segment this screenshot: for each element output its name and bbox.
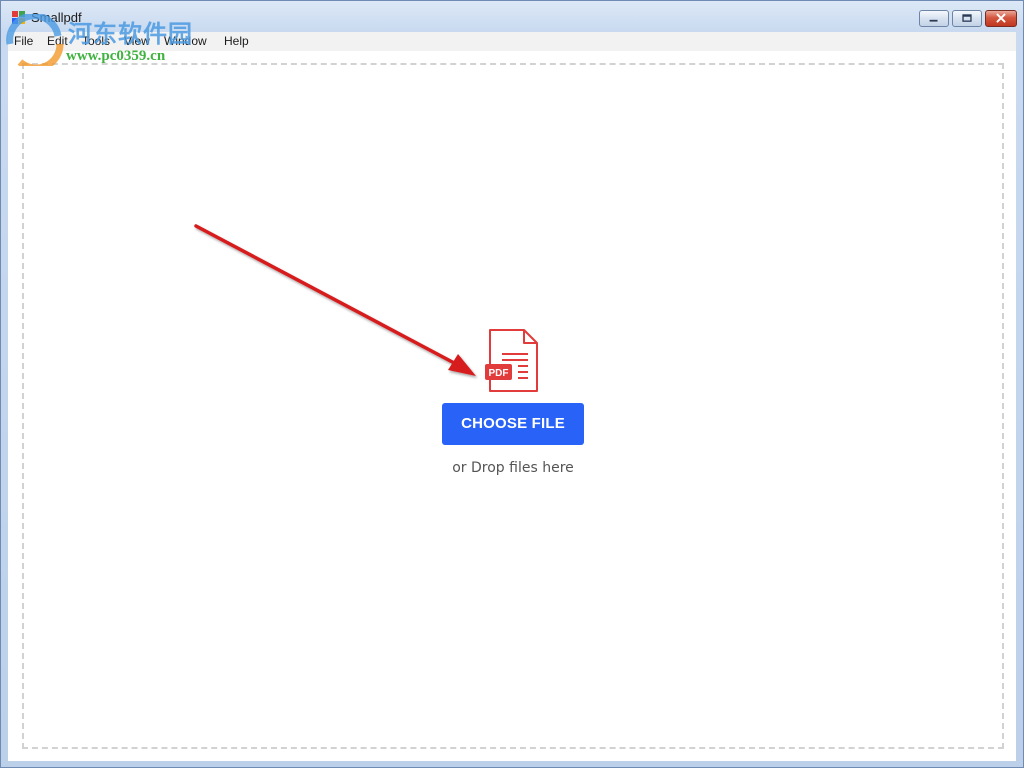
app-window: Smallpdf File Edit Tools View Window Hel… <box>0 0 1024 768</box>
menu-bar: File Edit Tools View Window Help <box>8 32 1016 51</box>
menu-file[interactable]: File <box>14 34 33 48</box>
choose-file-button[interactable]: CHOOSE FILE <box>442 403 584 445</box>
menu-view[interactable]: View <box>124 34 150 48</box>
main-content: PDF CHOOSE FILE or Drop files here <box>8 51 1016 761</box>
menu-tools[interactable]: Tools <box>82 34 110 48</box>
pdf-file-icon: PDF <box>485 329 538 392</box>
minimize-icon <box>929 19 938 22</box>
pdf-badge-text: PDF <box>489 368 509 379</box>
menu-window[interactable]: Window <box>164 34 207 48</box>
close-icon <box>996 13 1006 23</box>
window-title: Smallpdf <box>31 10 82 25</box>
restore-icon <box>962 14 972 22</box>
app-icon <box>12 11 26 25</box>
menu-edit[interactable]: Edit <box>47 34 68 48</box>
title-bar[interactable]: Smallpdf <box>1 1 1023 32</box>
close-button[interactable] <box>985 10 1017 27</box>
drop-files-hint: or Drop files here <box>452 460 574 476</box>
window-controls <box>916 10 1017 28</box>
maximize-button[interactable] <box>952 10 982 27</box>
minimize-button[interactable] <box>919 10 949 27</box>
menu-help[interactable]: Help <box>224 34 249 48</box>
